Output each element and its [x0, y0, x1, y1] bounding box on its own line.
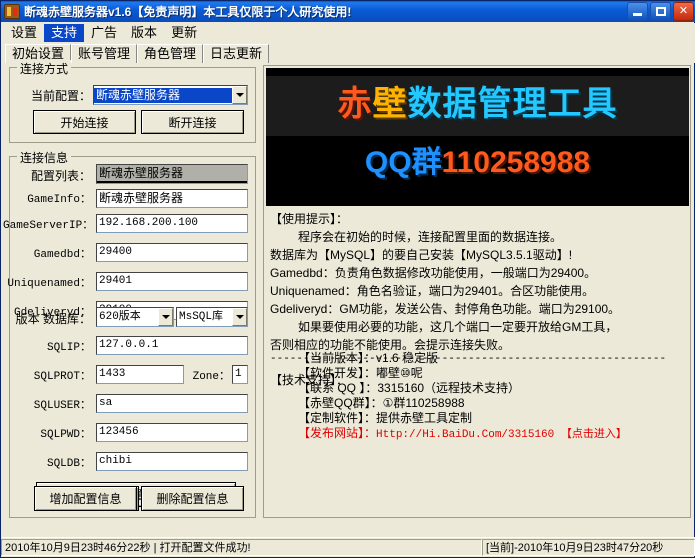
window-title: 断魂赤壁服务器v1.6【免责声明】本工具仅限于个人研究使用!	[24, 3, 351, 20]
banner-qq-label: QQ群	[365, 146, 442, 179]
tab-account-management[interactable]: 账号管理	[71, 44, 137, 63]
support-value: 嘟壁⑩呢	[376, 366, 423, 380]
tab-strip: 初始设置 账号管理 角色管理 日志更新	[2, 43, 695, 63]
sqldb-input[interactable]: chibi	[96, 452, 248, 471]
uniquenamed-label: Uniquenamed：	[3, 277, 91, 291]
current-config-label: 当前配置：	[15, 89, 91, 103]
config-list-label: 配置列表：	[3, 169, 91, 183]
menu-item-support[interactable]: 支持	[44, 24, 84, 42]
close-button[interactable]: ✕	[673, 2, 694, 21]
add-config-button[interactable]: 增加配置信息	[34, 486, 137, 511]
tips-line-6: 如果要使用必要的功能，这几个端口一定要开放给GM工具，	[270, 318, 685, 336]
support-value: v1.6 稳定版	[376, 351, 438, 365]
delete-config-button[interactable]: 删除配置信息	[141, 486, 244, 511]
support-row-developer: 【软件开发】：嘟壁⑩呢	[298, 366, 688, 381]
connection-info-legend: 连接信息	[17, 149, 71, 166]
tips-line-4: Uniquenamed：角色名验证，端口为29401。合区功能使用。	[270, 282, 685, 300]
sqlip-label: SQLIP：	[3, 341, 91, 355]
banner-qq: QQ群110258988	[266, 144, 689, 182]
status-bar: 2010年10月9日23时46分22秒 | 打开配置文件成功! [当前]-201…	[2, 537, 695, 556]
sqluser-input[interactable]: sa	[96, 394, 248, 413]
support-key: 【当前版本】：	[298, 351, 376, 365]
support-value: ①群110258988	[383, 396, 465, 410]
chevron-down-icon[interactable]	[232, 308, 247, 326]
website-link[interactable]: Http://Hi.BaiDu.Com/3315160 【点击进入】	[376, 429, 627, 441]
tips-heading: 【使用提示】：	[270, 210, 685, 228]
version-value: 620版本	[97, 310, 158, 325]
current-config-combobox[interactable]: 断魂赤壁服务器	[93, 85, 248, 105]
window-controls: ✕	[627, 2, 694, 21]
support-key: 【发布网站】：	[298, 426, 376, 440]
database-combobox[interactable]: MsSQL库	[176, 307, 248, 327]
tips-line-2: 数据库为【MySQL】的要自己安装【MySQL3.5.1驱动】!	[270, 246, 685, 264]
application-window: 断魂赤壁服务器v1.6【免责声明】本工具仅限于个人研究使用! ✕ 设置 支持 广…	[0, 0, 695, 558]
tips-line-3: Gamedbd：负责角色数据修改功能使用，一般端口为29400。	[270, 264, 685, 282]
menu-item-settings[interactable]: 设置	[4, 24, 44, 42]
close-icon: ✕	[674, 3, 693, 20]
current-config-value: 断魂赤壁服务器	[94, 88, 232, 103]
tab-role-management[interactable]: 角色管理	[137, 44, 203, 63]
support-value: 3315160（远程技术支持）	[377, 381, 520, 395]
status-current-time: [当前]-2010年10月9日23时47分20秒	[482, 539, 695, 556]
minimize-button[interactable]	[627, 2, 648, 21]
sqluser-label: SQLUSER：	[3, 399, 91, 413]
banner-title-b: 壁	[373, 85, 408, 123]
menu-item-version[interactable]: 版本	[124, 24, 164, 42]
app-icon	[4, 4, 20, 19]
support-row-website[interactable]: 【发布网站】：Http://Hi.BaiDu.Com/3315160 【点击进入…	[298, 426, 688, 443]
banner-title-c: 数据管理工具	[408, 85, 618, 123]
banner-title-a: 赤	[338, 85, 373, 123]
chevron-down-icon[interactable]	[232, 86, 247, 104]
support-key: 【联系 QQ 】：	[298, 381, 377, 395]
support-key: 【赤壁QQ群】：	[298, 396, 383, 410]
support-row-custom: 【定制软件】：提供赤壁工具定制	[298, 411, 688, 426]
banner-title: 赤壁数据管理工具	[266, 82, 689, 126]
right-info-panel: 赤壁数据管理工具 QQ群110258988 【使用提示】： 程序会在初始的时候，…	[263, 65, 691, 518]
connect-button[interactable]: 开始连接	[33, 110, 136, 134]
uniquenamed-input[interactable]: 29401	[96, 272, 248, 291]
support-row-qq-group: 【赤壁QQ群】：①群110258988	[298, 396, 688, 411]
list-item[interactable]: 断魂赤壁服务器	[97, 165, 247, 181]
sqlip-input[interactable]: 127.0.0.1	[96, 336, 248, 355]
support-value: 提供赤壁工具定制	[376, 411, 472, 425]
sqlprot-input[interactable]: 1433	[96, 365, 184, 384]
database-value: MsSQL库	[177, 310, 232, 325]
gamedbd-label: Gamedbd：	[3, 248, 91, 262]
support-row-qq: 【联系 QQ 】：3315160（远程技术支持）	[298, 381, 688, 396]
banner-qq-number: 110258988	[442, 146, 591, 179]
support-row-version: 【当前版本】：v1.6 稳定版	[298, 351, 688, 366]
version-db-label: 版本 数据库：	[9, 312, 91, 326]
config-list-listbox[interactable]: 断魂赤壁服务器	[96, 164, 248, 184]
tab-log-update[interactable]: 日志更新	[203, 44, 269, 63]
support-key: 【软件开发】：	[298, 366, 376, 380]
tips-line-1: 程序会在初始的时候，连接配置里面的数据连接。	[270, 228, 685, 246]
gameserverip-label: GameServerIP：	[3, 219, 91, 233]
sqlpwd-label: SQLPWD：	[3, 428, 91, 442]
maximize-button[interactable]	[650, 2, 671, 21]
gameserverip-input[interactable]: 192.168.200.100	[96, 214, 248, 233]
menu-item-ad[interactable]: 广告	[84, 24, 124, 42]
zone-input[interactable]: 1	[232, 365, 248, 384]
connection-method-legend: 连接方式	[17, 60, 71, 77]
gamedbd-input[interactable]: 29400	[96, 243, 248, 262]
chevron-down-icon[interactable]	[158, 308, 173, 326]
zone-label: Zone：	[187, 370, 230, 384]
banner: 赤壁数据管理工具 QQ群110258988	[266, 68, 689, 206]
tips-line-5: Gdeliveryd：GM功能，发送公告、封停角色功能。端口为29100。	[270, 300, 685, 318]
gameinfo-label: GameInfo：	[3, 193, 91, 207]
menu-bar: 设置 支持 广告 版本 更新	[2, 23, 695, 43]
status-message: 2010年10月9日23时46分22秒 | 打开配置文件成功!	[1, 539, 482, 556]
menu-item-update[interactable]: 更新	[164, 24, 204, 42]
version-combobox[interactable]: 620版本	[96, 307, 174, 327]
sqldb-label: SQLDB：	[3, 457, 91, 471]
gameinfo-input[interactable]: 断魂赤壁服务器	[96, 189, 248, 208]
title-bar: 断魂赤壁服务器v1.6【免责声明】本工具仅限于个人研究使用! ✕	[1, 1, 695, 22]
support-key: 【定制软件】：	[298, 411, 376, 425]
sqlpwd-input[interactable]: 123456	[96, 423, 248, 442]
disconnect-button[interactable]: 断开连接	[141, 110, 244, 134]
support-list: 【当前版本】：v1.6 稳定版 【软件开发】：嘟壁⑩呢 【联系 QQ 】：331…	[298, 351, 688, 443]
sqlprot-label: SQLPROT：	[3, 370, 91, 384]
